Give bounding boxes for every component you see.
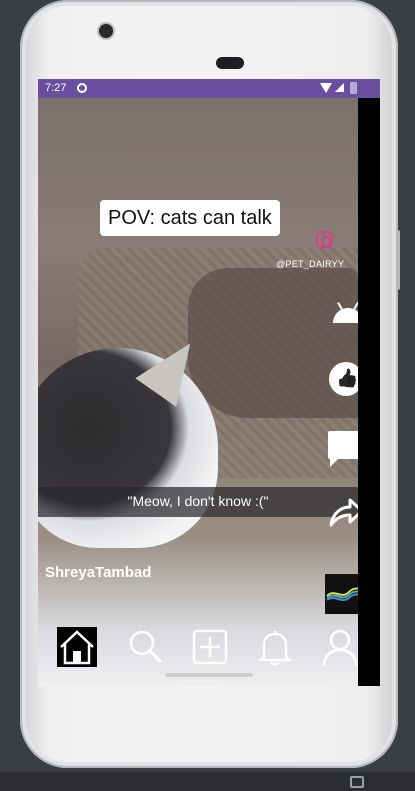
emulator-stage: 7:27 POV: cats can talk @PET_DAIRYY "Meo… (0, 0, 415, 791)
comment-icon[interactable] (328, 431, 358, 467)
profile-icon[interactable] (320, 627, 358, 667)
search-icon[interactable] (126, 627, 166, 667)
phone-screen: 7:27 POV: cats can talk @PET_DAIRYY "Meo… (38, 79, 380, 686)
window-icon[interactable] (350, 776, 364, 788)
music-disc-thumbnail[interactable] (325, 574, 358, 614)
status-time: 7:27 (45, 82, 67, 94)
wifi-icon (320, 83, 332, 93)
video-username[interactable]: ShreyaTambad (45, 564, 151, 581)
android-icon[interactable] (333, 302, 358, 323)
home-icon[interactable] (57, 627, 97, 667)
instagram-icon (316, 231, 333, 248)
gesture-bar[interactable] (165, 673, 253, 677)
video-player[interactable]: POV: cats can talk @PET_DAIRYY "Meow, I … (38, 98, 358, 686)
app-notification-icon (77, 83, 87, 93)
video-subtitle: "Meow, I don't know :(" (127, 493, 269, 509)
like-icon[interactable] (329, 362, 358, 396)
bell-icon[interactable] (255, 627, 295, 667)
watermark-handle: @PET_DAIRYY (276, 259, 345, 269)
signal-icon (335, 83, 344, 92)
earpiece-speaker (216, 57, 244, 69)
add-icon[interactable] (190, 627, 230, 667)
status-bar: 7:27 (38, 79, 380, 98)
power-button[interactable] (396, 230, 400, 290)
battery-icon (350, 82, 357, 94)
video-letterbox (358, 98, 380, 686)
front-camera (99, 24, 113, 38)
video-caption: POV: cats can talk (100, 200, 280, 236)
video-background-shadow (188, 268, 358, 418)
share-icon[interactable] (328, 496, 358, 528)
